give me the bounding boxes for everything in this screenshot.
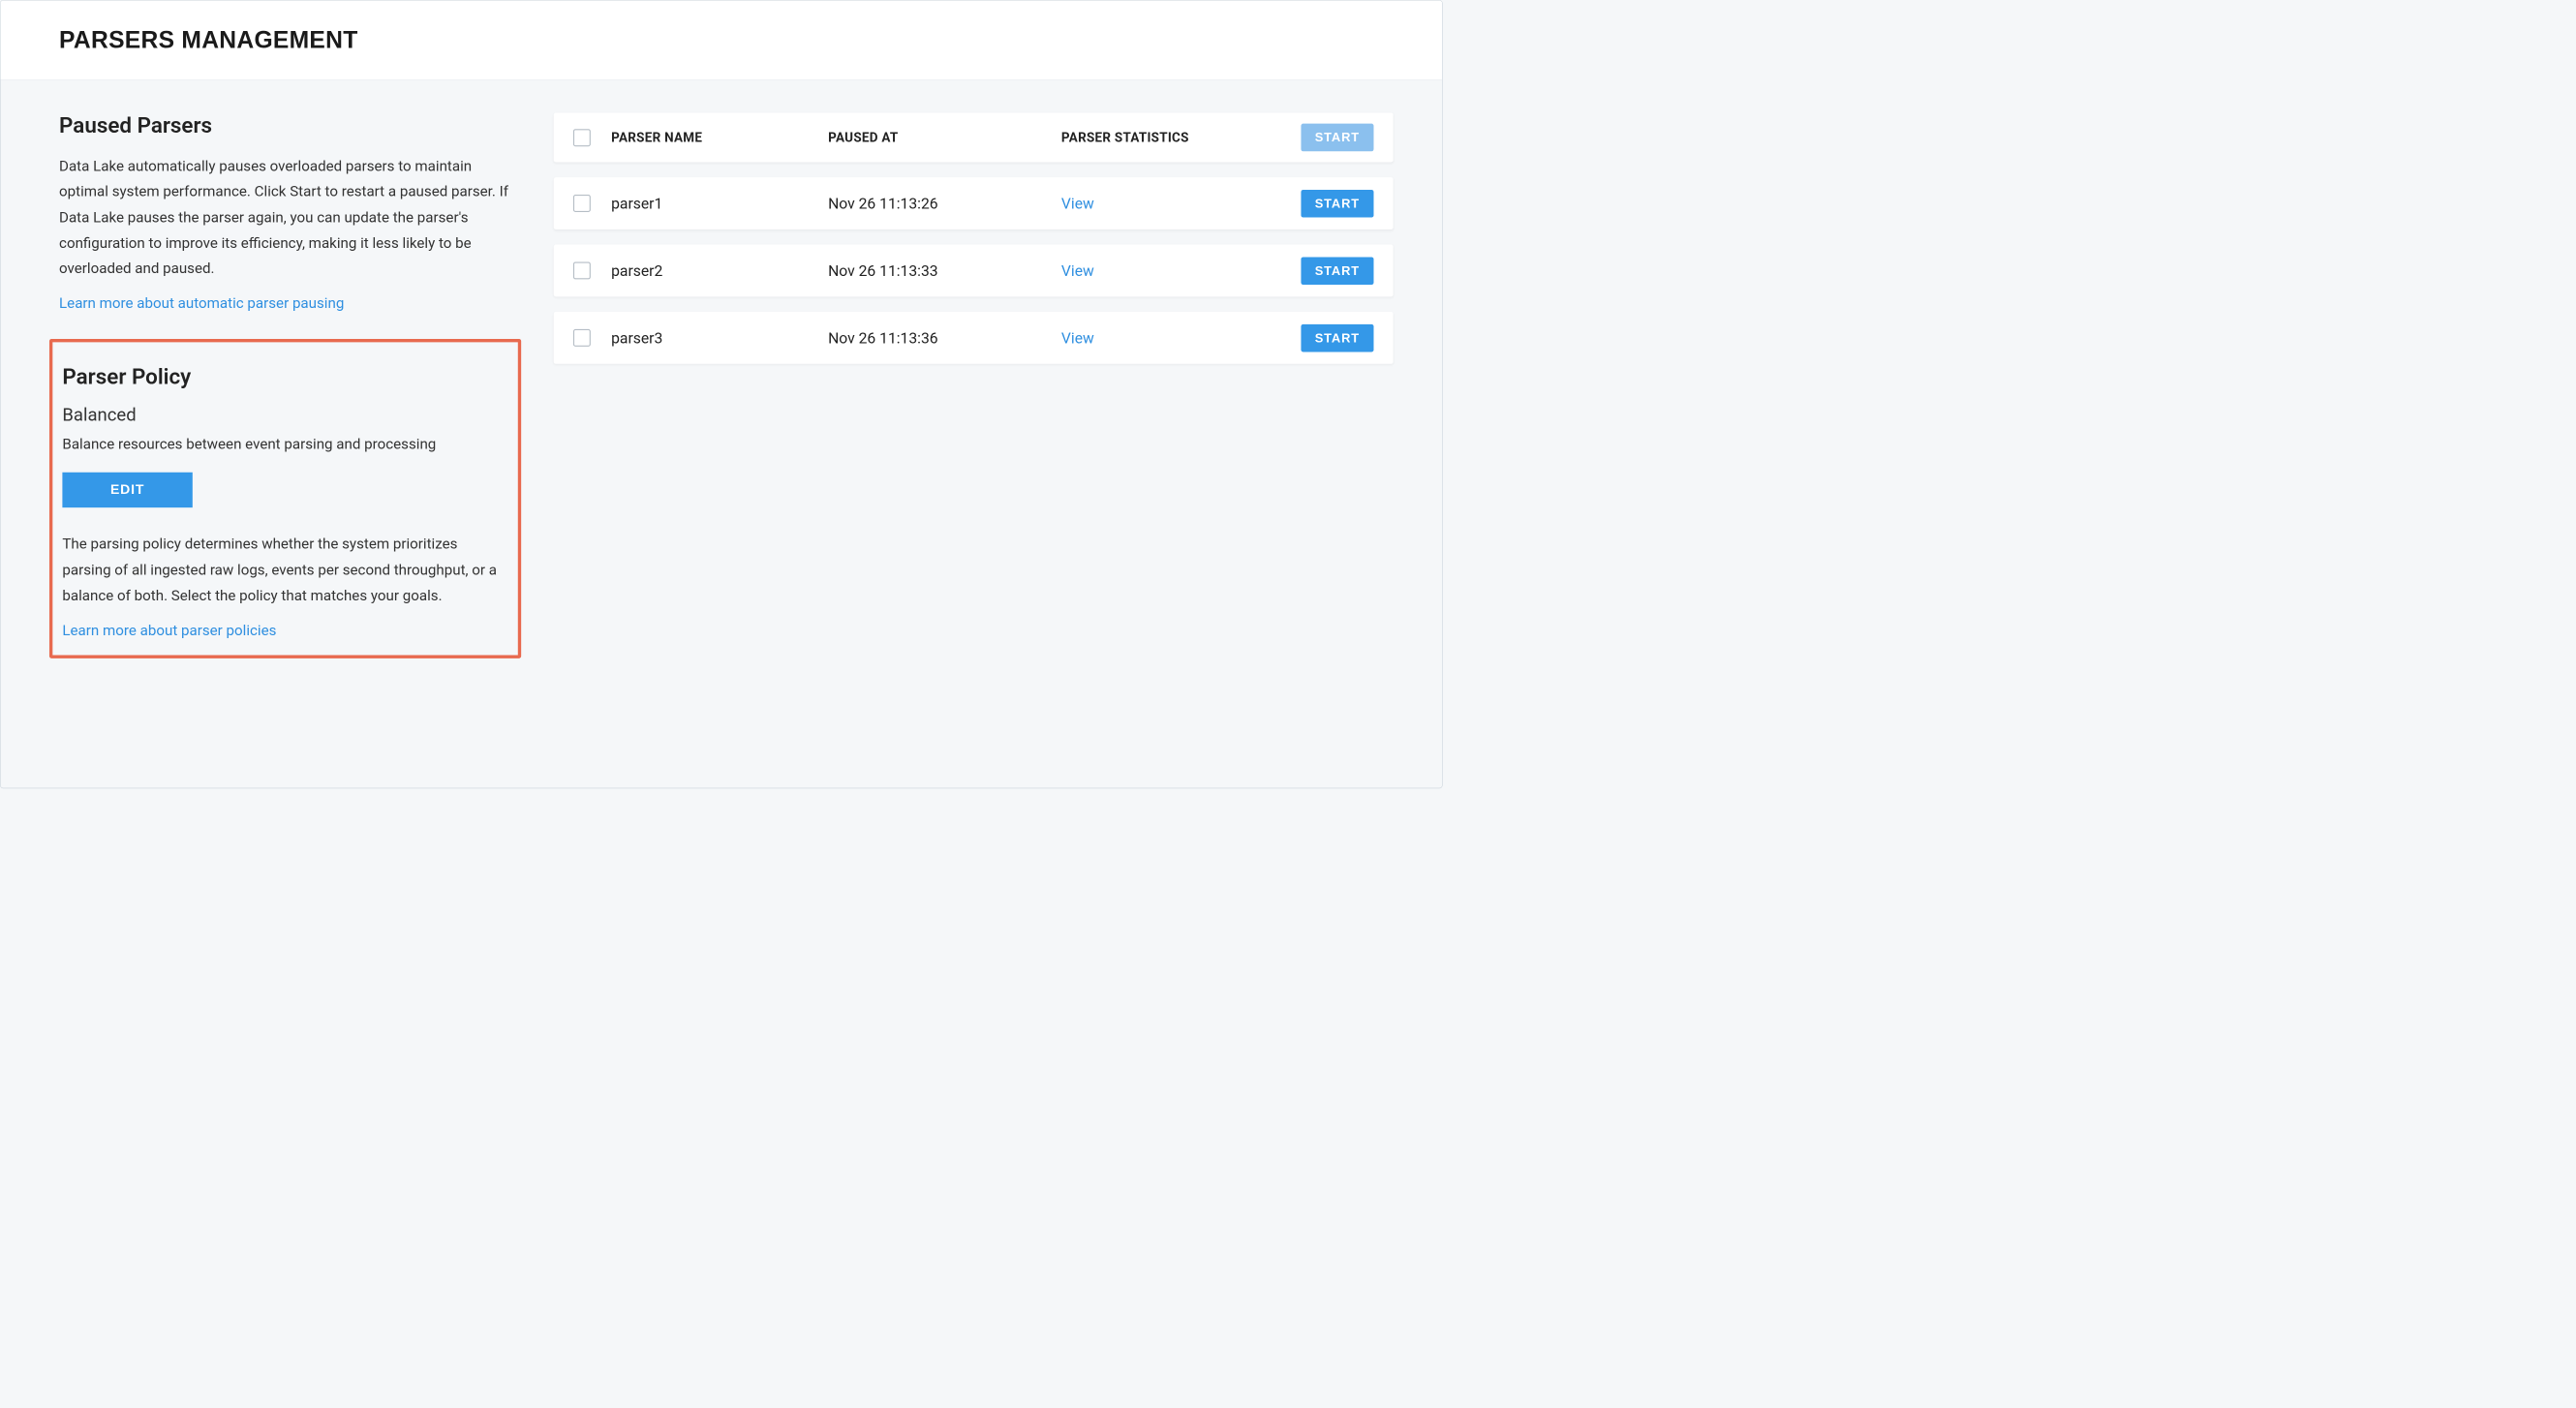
paused-parsers-section: Paused Parsers Data Lake automatically p… <box>49 112 521 312</box>
start-parser-button[interactable]: START <box>1301 257 1373 285</box>
row-checkbox[interactable] <box>573 195 591 212</box>
policy-long-description: The parsing policy determines whether th… <box>62 532 507 608</box>
page-wrapper: PARSERS MANAGEMENT Paused Parsers Data L… <box>0 0 1443 788</box>
page-title: PARSERS MANAGEMENT <box>59 26 1384 53</box>
right-column: PARSER NAME PAUSED AT PARSER STATISTICS … <box>554 112 1394 658</box>
edit-policy-button[interactable]: EDIT <box>62 473 192 507</box>
paused-parsers-heading: Paused Parsers <box>59 112 511 138</box>
paused-at-cell: Nov 26 11:13:26 <box>828 195 1061 212</box>
paused-at-cell: Nov 26 11:13:36 <box>828 329 1061 347</box>
table-header-row: PARSER NAME PAUSED AT PARSER STATISTICS … <box>554 112 1394 162</box>
table-row: parser1 Nov 26 11:13:26 View START <box>554 177 1394 230</box>
parser-policy-section: Parser Policy Balanced Balance resources… <box>49 339 521 658</box>
page-header: PARSERS MANAGEMENT <box>1 1 1442 80</box>
column-header-name: PARSER NAME <box>611 130 828 145</box>
select-all-checkbox[interactable] <box>573 129 591 146</box>
view-stats-link[interactable]: View <box>1061 261 1094 279</box>
parser-name-cell: parser2 <box>611 261 828 279</box>
policy-name: Balanced <box>62 405 507 426</box>
table-row: parser3 Nov 26 11:13:36 View START <box>554 312 1394 364</box>
start-all-button[interactable]: START <box>1301 124 1373 152</box>
column-header-paused-at: PAUSED AT <box>828 130 1061 145</box>
paused-at-cell: Nov 26 11:13:33 <box>828 261 1061 279</box>
view-stats-link[interactable]: View <box>1061 329 1094 347</box>
left-column: Paused Parsers Data Lake automatically p… <box>49 112 521 658</box>
parser-name-cell: parser1 <box>611 195 828 212</box>
learn-more-policies-link[interactable]: Learn more about parser policies <box>62 622 276 639</box>
table-row: parser2 Nov 26 11:13:33 View START <box>554 245 1394 297</box>
parser-name-cell: parser3 <box>611 329 828 347</box>
parser-policy-heading: Parser Policy <box>62 364 507 389</box>
parsers-table: PARSER NAME PAUSED AT PARSER STATISTICS … <box>554 112 1394 363</box>
row-checkbox[interactable] <box>573 329 591 347</box>
start-parser-button[interactable]: START <box>1301 190 1373 218</box>
paused-parsers-description: Data Lake automatically pauses overloade… <box>59 153 511 281</box>
row-checkbox[interactable] <box>573 261 591 279</box>
content-area: Paused Parsers Data Lake automatically p… <box>1 80 1442 680</box>
column-header-stats: PARSER STATISTICS <box>1061 130 1287 145</box>
policy-short-description: Balance resources between event parsing … <box>62 436 507 453</box>
start-parser-button[interactable]: START <box>1301 324 1373 352</box>
view-stats-link[interactable]: View <box>1061 195 1094 212</box>
learn-more-pausing-link[interactable]: Learn more about automatic parser pausin… <box>59 294 344 312</box>
